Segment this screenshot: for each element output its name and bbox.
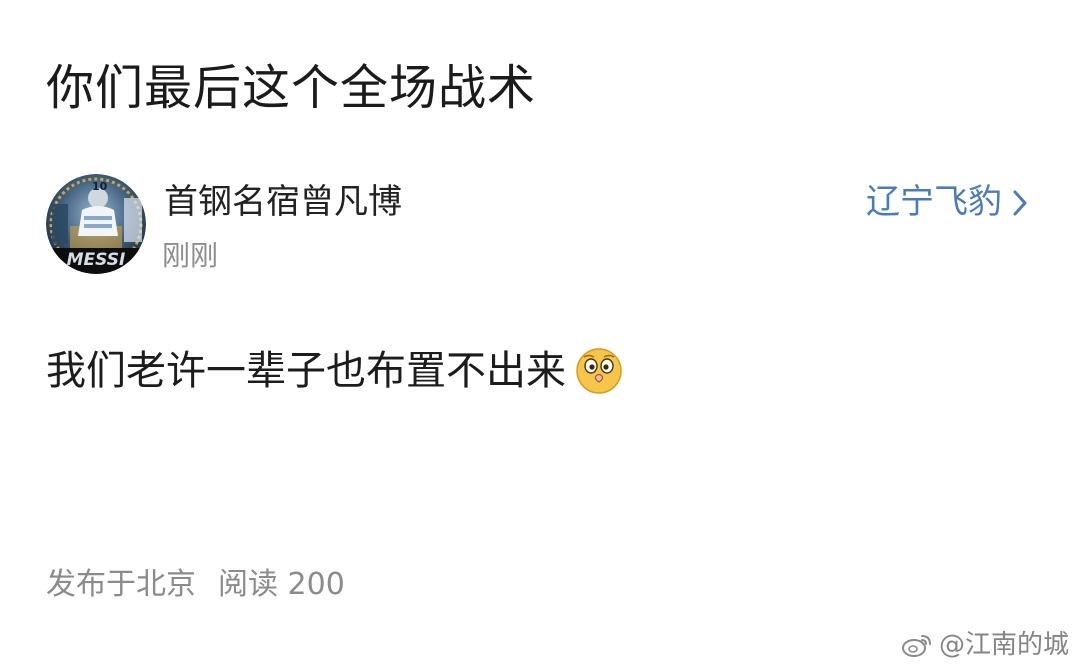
read-count: 阅读 200: [218, 567, 345, 602]
post-location: 发布于北京: [46, 567, 196, 602]
chevron-right-icon: [1012, 188, 1028, 216]
post-time: 刚刚: [162, 239, 219, 272]
avatar-number: 10: [92, 180, 108, 193]
post-footer: 发布于北京 阅读 200: [46, 564, 345, 606]
author-name[interactable]: 首钢名宿曾凡博: [164, 180, 402, 224]
watermark: @江南的城: [901, 628, 1069, 662]
post-body: 我们老许一辈子也布置不出来: [46, 341, 624, 401]
topic-link-label: 辽宁飞豹: [866, 182, 1002, 222]
watermark-text: @江南的城: [938, 630, 1069, 660]
post-screen: 你们最后这个全场战术 10 MESSI 首钢名宿曾凡博 刚刚 辽宁飞豹 我们老许…: [0, 0, 1079, 672]
shocked-face-emoji-icon: [574, 346, 624, 396]
post-title: 你们最后这个全场战术: [46, 60, 537, 116]
post-body-text: 我们老许一辈子也布置不出来: [46, 348, 566, 394]
weibo-logo-icon: [901, 632, 933, 658]
avatar[interactable]: 10 MESSI: [46, 174, 146, 274]
avatar-image: 10 MESSI: [46, 174, 146, 274]
author-row: 10 MESSI 首钢名宿曾凡博 刚刚 辽宁飞豹: [46, 174, 1036, 278]
avatar-text: MESSI: [67, 250, 126, 270]
topic-link[interactable]: 辽宁飞豹: [866, 178, 1028, 226]
